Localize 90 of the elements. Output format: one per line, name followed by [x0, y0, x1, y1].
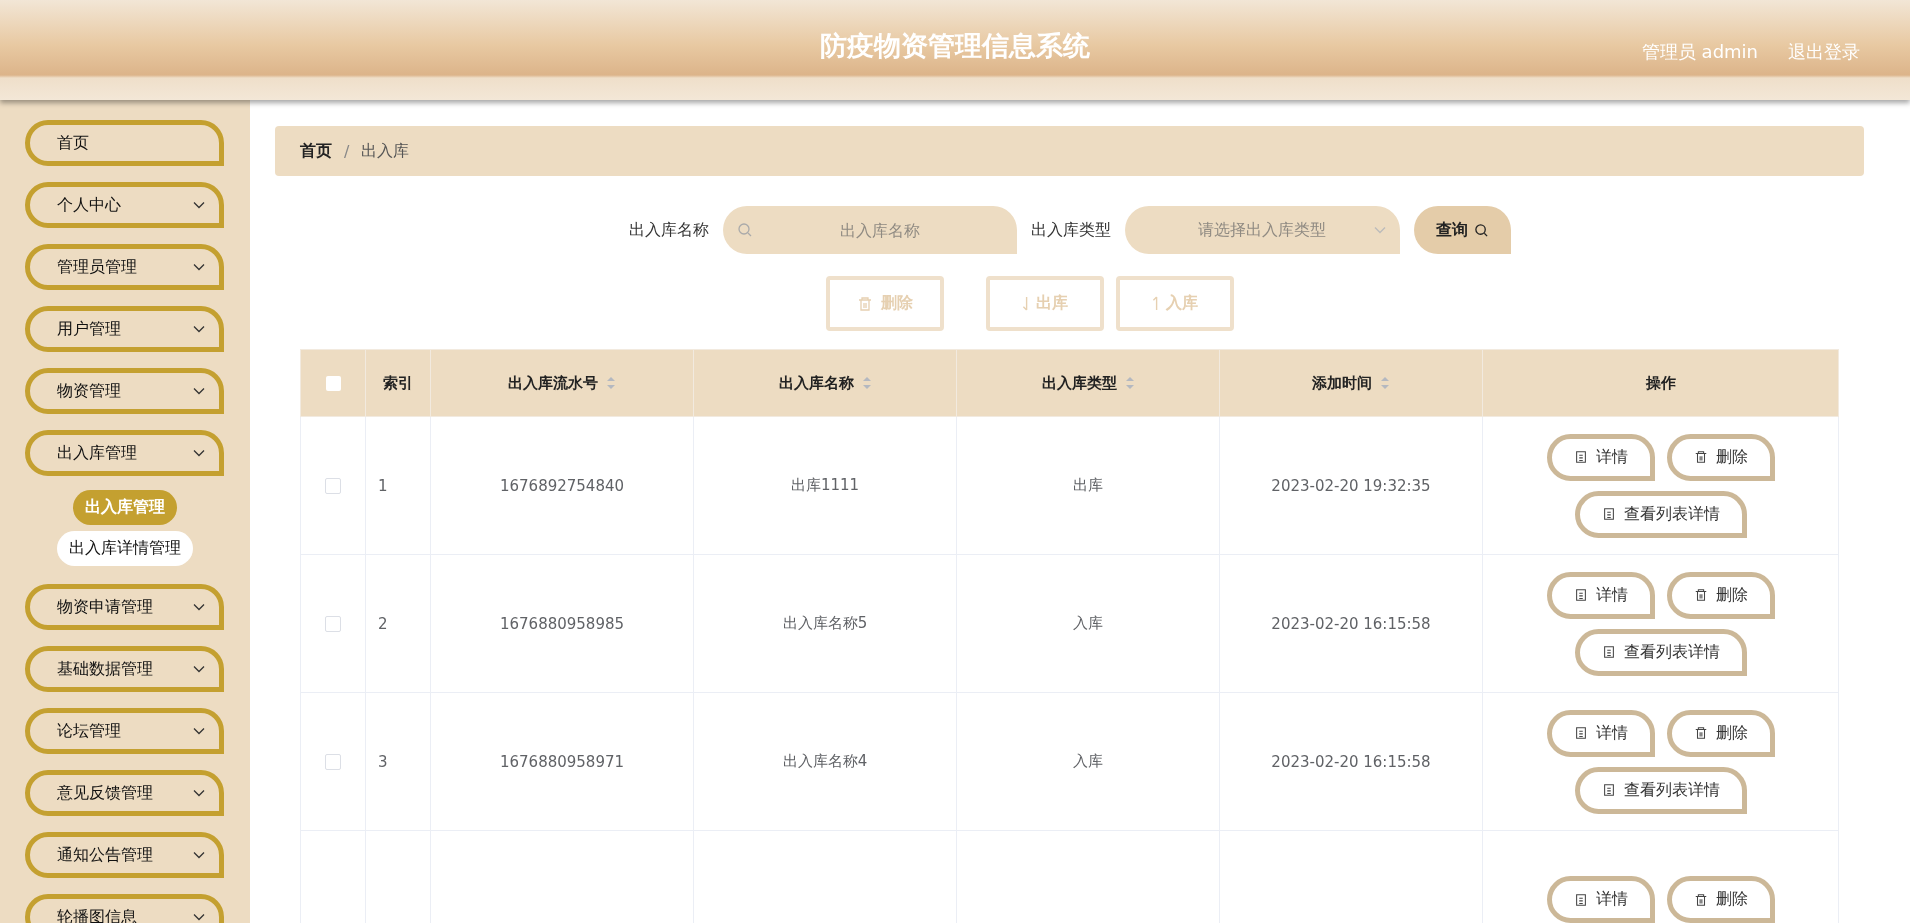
row-action-button[interactable]: 查看列表详情: [1574, 766, 1747, 814]
table-cell: 出入库名称4: [782, 752, 868, 770]
chevron-down-icon: [193, 789, 205, 797]
document-icon: [1573, 726, 1588, 740]
menu-item[interactable]: 用户管理: [25, 306, 224, 352]
user-label: 管理员 admin: [1641, 40, 1758, 64]
query-button[interactable]: 查询: [1413, 206, 1511, 254]
row-action-button[interactable]: 详情: [1546, 433, 1655, 481]
row-action-button[interactable]: 删除: [1666, 876, 1775, 923]
column-header[interactable]: 出入库类型: [1041, 373, 1117, 392]
trash-icon: [856, 295, 873, 312]
chevron-down-icon: [193, 913, 205, 921]
table-cell: 2: [378, 614, 388, 633]
table-cell: 出库: [1073, 476, 1103, 494]
document-icon: [1601, 507, 1616, 521]
row-action-button[interactable]: 详情: [1546, 571, 1655, 619]
submenu-item[interactable]: 出入库详情管理: [57, 531, 193, 566]
table-cell: 1: [378, 476, 388, 495]
table-cell: 出库1111: [790, 476, 860, 494]
row-checkbox[interactable]: [325, 754, 341, 770]
document-icon: [1573, 450, 1588, 464]
trash-icon: [1693, 588, 1708, 602]
menu-item[interactable]: 首页: [25, 120, 224, 166]
row-action-button[interactable]: 删除: [1666, 433, 1775, 481]
menu-item[interactable]: 管理员管理: [25, 244, 224, 290]
sort-icon[interactable]: [1380, 375, 1390, 391]
menu-item[interactable]: 个人中心: [25, 182, 224, 228]
chevron-down-icon: [193, 387, 205, 395]
search-icon: [1473, 222, 1489, 238]
field-label: 出入库类型: [1030, 219, 1111, 241]
menu-item[interactable]: 轮播图信息: [25, 894, 224, 923]
menu-item[interactable]: 出入库管理: [25, 430, 224, 476]
field-label: 出入库名称: [628, 219, 709, 241]
column-header[interactable]: 出入库名称: [778, 373, 854, 392]
search-icon: [736, 222, 753, 238]
menu-item[interactable]: 基础数据管理: [25, 646, 224, 692]
sort-icon[interactable]: [606, 375, 616, 391]
table-cell: 2023-02-20 19:32:35: [1271, 476, 1431, 495]
trash-icon: [1693, 450, 1708, 464]
menu-item[interactable]: 物资管理: [25, 368, 224, 414]
row-action-button[interactable]: 查看列表详情: [1574, 628, 1747, 676]
row-action-button[interactable]: 详情: [1546, 876, 1655, 923]
arrow-down-icon: [1021, 296, 1028, 311]
table-cell: 1676880958971: [499, 752, 625, 771]
document-icon: [1573, 588, 1588, 602]
chevron-down-icon: [193, 851, 205, 859]
document-icon: [1601, 783, 1616, 797]
menu-item[interactable]: 物资申请管理: [25, 584, 224, 630]
chevron-down-icon: [193, 603, 205, 611]
table-cell: 出入库名称5: [782, 614, 868, 632]
table-cell: 3: [378, 752, 388, 771]
table-cell: 1676892754840: [499, 476, 625, 495]
row-checkbox[interactable]: [325, 616, 341, 632]
trash-icon: [1693, 892, 1708, 907]
menu-item[interactable]: 通知公告管理: [25, 832, 224, 878]
chevron-down-icon: [193, 727, 205, 735]
chevron-down-icon: [193, 665, 205, 673]
table-cell: 1676880958985: [499, 614, 625, 633]
column-header[interactable]: 出入库流水号: [508, 373, 598, 392]
arrow-up-icon: [1151, 296, 1158, 311]
column-header[interactable]: 添加时间: [1312, 373, 1372, 392]
sort-icon[interactable]: [861, 375, 872, 391]
select-all-checkbox[interactable]: [325, 376, 341, 391]
row-action-button[interactable]: 删除: [1666, 571, 1775, 619]
table-cell: 入库: [1073, 614, 1103, 632]
breadcrumb-separator: /: [344, 141, 350, 161]
breadcrumb-item: 出入库: [361, 140, 410, 162]
menu-item[interactable]: 论坛管理: [25, 708, 224, 754]
row-checkbox[interactable]: [325, 478, 341, 494]
system-title: 防疫物资管理信息系统: [820, 29, 1090, 63]
chevron-down-icon: [193, 263, 205, 271]
chevron-down-icon: [193, 201, 205, 209]
trash-icon: [1693, 726, 1708, 740]
document-icon: [1601, 645, 1616, 659]
chevron-down-icon: [193, 449, 205, 457]
sort-icon[interactable]: [1124, 375, 1135, 391]
row-action-button[interactable]: 删除: [1666, 709, 1775, 757]
breadcrumb-item[interactable]: 首页: [300, 140, 332, 162]
chevron-down-icon: [1373, 226, 1386, 234]
column-header: 操作: [1645, 373, 1676, 392]
row-action-button[interactable]: 查看列表详情: [1574, 490, 1747, 538]
search-field[interactable]: 出入库名称: [722, 206, 1017, 254]
table-cell: 入库: [1073, 752, 1103, 770]
row-action-button[interactable]: 详情: [1546, 709, 1655, 757]
chevron-down-icon: [193, 325, 205, 333]
menu-item[interactable]: 意见反馈管理: [25, 770, 224, 816]
table-cell: 2023-02-20 16:15:58: [1271, 752, 1431, 771]
document-icon: [1573, 892, 1588, 907]
column-header: 索引: [383, 373, 413, 392]
table-cell: 2023-02-20 16:15:58: [1271, 614, 1431, 633]
